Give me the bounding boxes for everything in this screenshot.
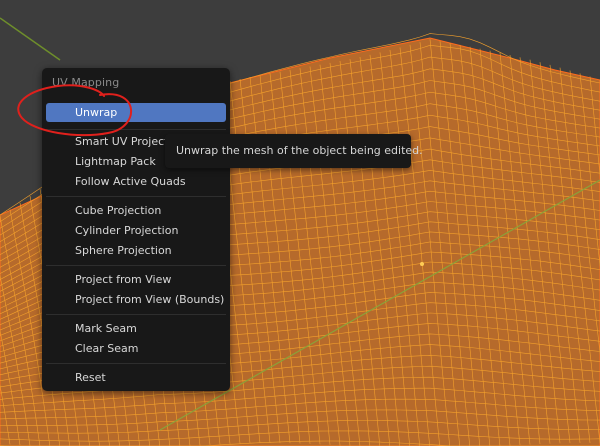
- menu-separator: [46, 265, 226, 266]
- menu-item-cube-projection[interactable]: Cube Projection: [46, 201, 226, 220]
- menu-separator: [46, 314, 226, 315]
- uv-mapping-menu: UV Mapping Unwrap Smart UV Project Light…: [42, 68, 230, 391]
- tooltip: Unwrap the mesh of the object being edit…: [165, 134, 423, 168]
- menu-separator: [46, 196, 226, 197]
- menu-item-project-from-view[interactable]: Project from View: [46, 270, 226, 289]
- menu-item-mark-seam[interactable]: Mark Seam: [46, 319, 226, 338]
- menu-item-unwrap[interactable]: Unwrap: [46, 103, 226, 122]
- menu-item-clear-seam[interactable]: Clear Seam: [46, 339, 226, 358]
- menu-item-project-from-view-bounds[interactable]: Project from View (Bounds): [46, 290, 226, 309]
- menu-item-sphere-projection[interactable]: Sphere Projection: [46, 241, 226, 260]
- menu-item-reset[interactable]: Reset: [46, 368, 226, 387]
- menu-title: UV Mapping: [52, 76, 120, 89]
- menu-item-follow-active-quads[interactable]: Follow Active Quads: [46, 172, 226, 191]
- menu-separator: [46, 129, 226, 130]
- object-origin-dot: [420, 262, 424, 266]
- menu-item-cylinder-projection[interactable]: Cylinder Projection: [46, 221, 226, 240]
- menu-separator: [46, 363, 226, 364]
